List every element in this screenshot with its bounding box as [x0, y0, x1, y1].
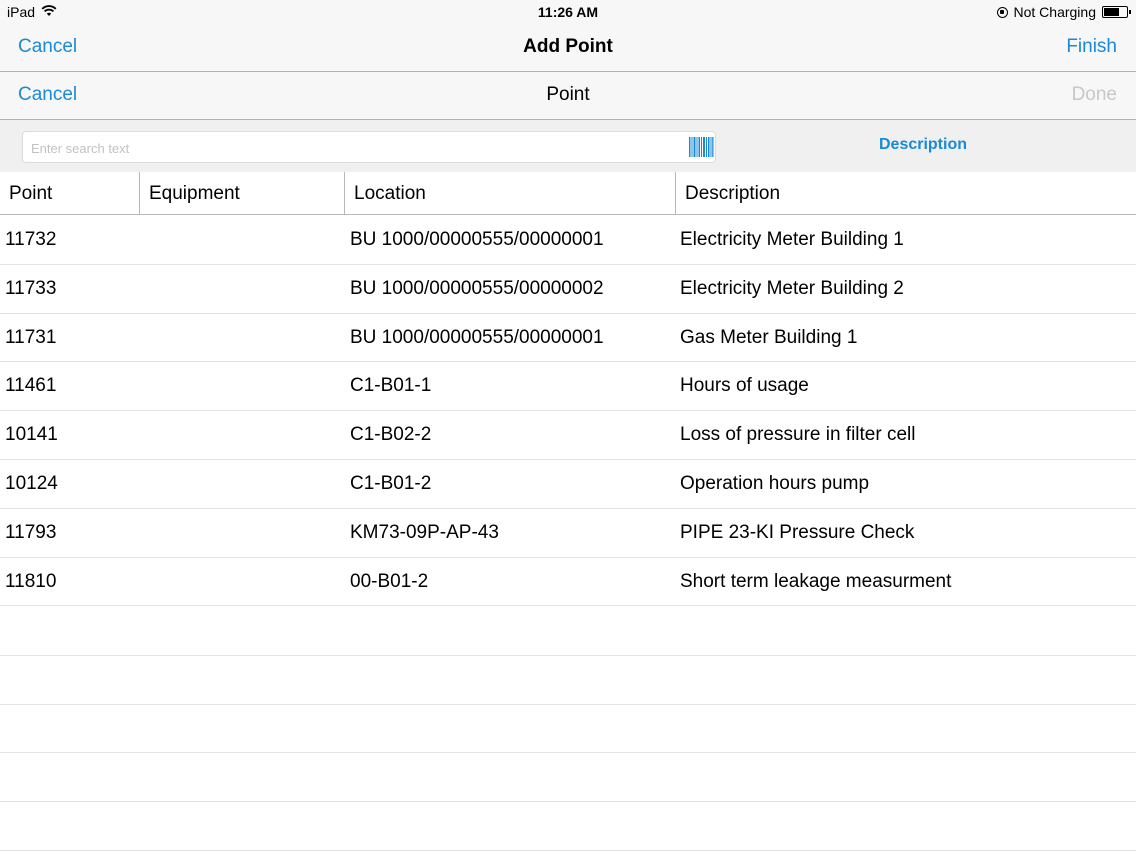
cell-description: PIPE 23-KI Pressure Check — [680, 521, 915, 543]
cell-description: Loss of pressure in filter cell — [680, 424, 916, 446]
empty-row — [0, 753, 1136, 803]
table-row[interactable]: 11731 BU 1000/00000555/00000001 Gas Mete… — [0, 314, 1136, 363]
table-row[interactable]: 11732 BU 1000/00000555/00000001 Electric… — [0, 216, 1136, 265]
cell-description: Gas Meter Building 1 — [680, 326, 858, 348]
cell-location: KM73-09P-AP-43 — [350, 521, 499, 543]
table-row[interactable]: 11461 C1-B01-1 Hours of usage — [0, 362, 1136, 412]
cell-location: 00-B01-2 — [350, 570, 429, 592]
cell-location: BU 1000/00000555/00000001 — [350, 326, 604, 348]
cell-point: 10124 — [5, 472, 58, 494]
cell-description: Short term leakage measurment — [680, 570, 952, 592]
cell-point: 11810 — [5, 570, 57, 592]
status-time: 11:26 AM — [537, 4, 599, 20]
empty-row — [0, 705, 1136, 754]
column-header-location[interactable]: Location — [345, 172, 676, 214]
cell-description: Hours of usage — [680, 375, 809, 397]
cell-description: Electricity Meter Building 1 — [680, 229, 904, 250]
status-right: Not Charging — [996, 4, 1131, 20]
table-row[interactable]: 11793 KM73-09P-AP-43 PIPE 23-KI Pressure… — [0, 509, 1136, 558]
column-header-equipment[interactable]: Equipment — [140, 172, 345, 214]
search-bar: Description — [0, 120, 1136, 172]
table-body: 11732 BU 1000/00000555/00000001 Electric… — [0, 216, 1136, 607]
description-scope-button[interactable]: Description — [852, 136, 994, 154]
cell-location: C1-B02-2 — [350, 424, 432, 446]
search-input[interactable] — [29, 136, 683, 160]
barcode-icon[interactable] — [688, 135, 714, 159]
table-row[interactable]: 10124 C1-B01-2 Operation hours pump — [0, 460, 1136, 509]
section-title: Point — [546, 84, 590, 105]
primary-nav-bar: Cancel Add Point Finish — [0, 24, 1136, 72]
cell-point: 11733 — [5, 277, 57, 299]
table-row[interactable]: 11733 BU 1000/00000555/00000002 Electric… — [0, 265, 1136, 314]
rotation-lock-icon — [996, 6, 1008, 18]
charging-status: Not Charging — [1013, 4, 1097, 20]
cell-point: 11732 — [5, 229, 57, 250]
table-row[interactable]: 11810 00-B01-2 Short term leakage measur… — [0, 558, 1136, 607]
cell-location: BU 1000/00000555/00000001 — [350, 229, 604, 250]
cell-description: Operation hours pump — [680, 472, 870, 494]
column-header-point[interactable]: Point — [0, 172, 140, 214]
cell-point: 10141 — [5, 424, 58, 446]
secondary-nav-bar: Cancel Point Done — [0, 72, 1136, 120]
empty-row — [0, 607, 1136, 656]
page-title: Add Point — [523, 36, 613, 57]
table-row[interactable]: 10141 C1-B02-2 Loss of pressure in filte… — [0, 411, 1136, 460]
battery-icon — [1102, 6, 1131, 18]
search-field-container — [22, 131, 716, 163]
cell-point: 11793 — [5, 521, 57, 543]
finish-button[interactable]: Finish — [1066, 36, 1117, 58]
cell-point: 11731 — [5, 326, 57, 348]
done-button[interactable]: Done — [1072, 84, 1117, 106]
table-header: Point Equipment Location Description — [0, 172, 1136, 215]
cell-description: Electricity Meter Building 2 — [680, 277, 904, 299]
status-bar: iPad 11:26 AM Not Charging — [0, 0, 1136, 24]
cell-point: 11461 — [5, 375, 57, 397]
cell-location: BU 1000/00000555/00000002 — [350, 277, 604, 299]
empty-row — [0, 656, 1136, 705]
empty-rows — [0, 607, 1136, 851]
column-header-description[interactable]: Description — [676, 172, 1136, 214]
empty-row — [0, 802, 1136, 851]
cell-location: C1-B01-2 — [350, 472, 432, 494]
cell-location: C1-B01-1 — [350, 375, 432, 397]
